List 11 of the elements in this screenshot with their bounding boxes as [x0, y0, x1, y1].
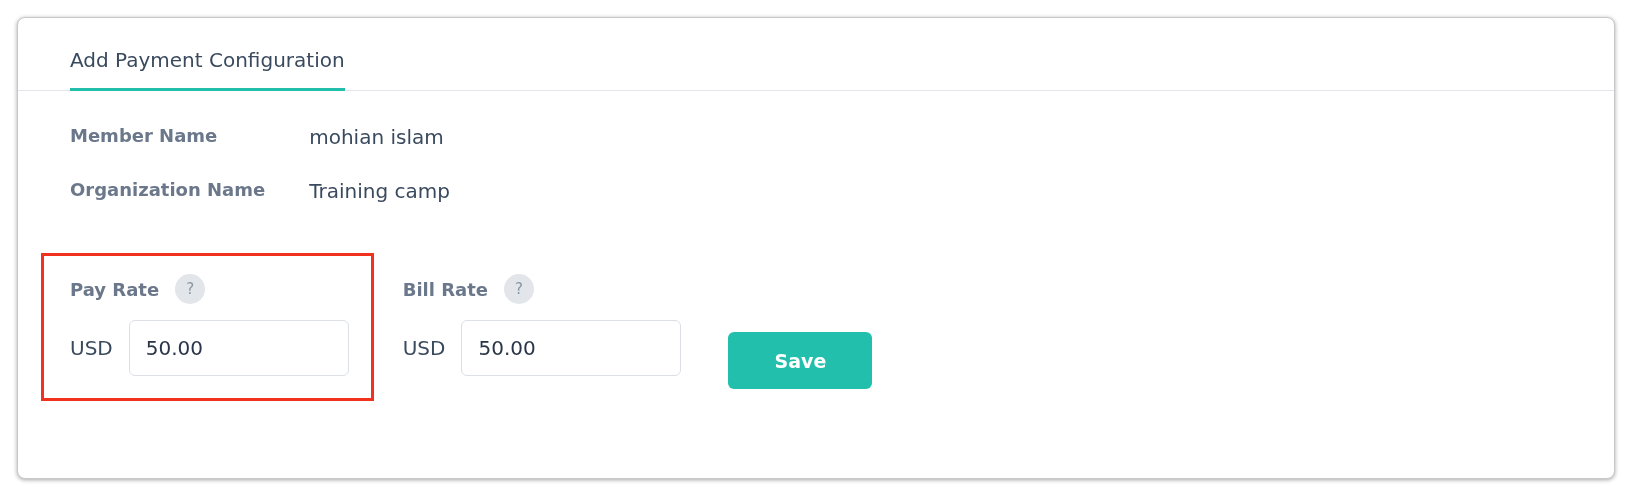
field-value: Training camp — [309, 179, 450, 203]
rate-label: Pay Rate — [70, 278, 160, 300]
field-label: Organization Name — [70, 179, 266, 202]
field-value: mohian islam — [309, 125, 445, 149]
rate-input[interactable]: 50.00 — [128, 320, 349, 376]
field-label: Member Name — [70, 125, 219, 148]
tab[interactable]: Add Payment Configuration — [70, 18, 345, 91]
currency-label: USD — [70, 336, 113, 360]
rate-label: Bill Rate — [402, 278, 489, 300]
rate-input[interactable]: 50.00 — [461, 320, 682, 376]
currency-label: USD — [402, 336, 446, 360]
